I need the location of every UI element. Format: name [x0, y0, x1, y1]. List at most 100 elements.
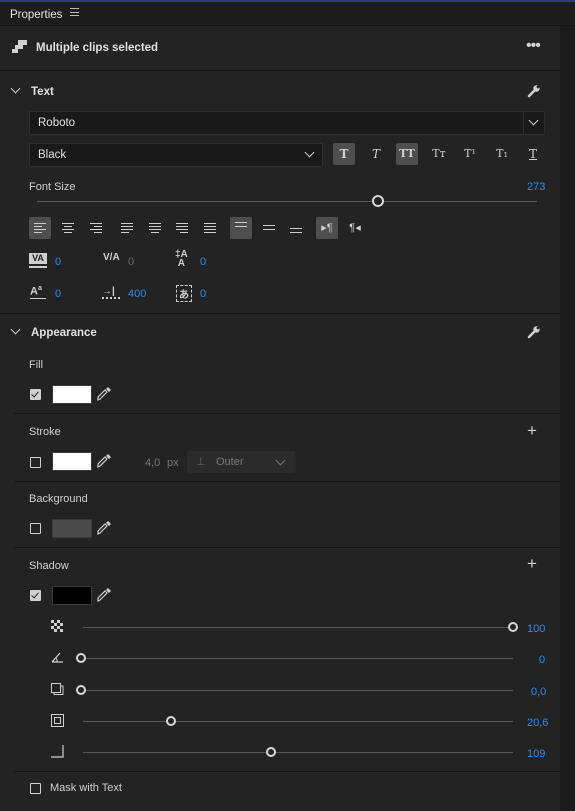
font-size-slider-track[interactable] — [37, 201, 537, 202]
background-checkbox[interactable] — [30, 523, 41, 534]
eyedropper-icon[interactable] — [97, 521, 111, 535]
baseline-shift-icon: Aa — [30, 285, 42, 298]
shadow-opacity-slider-knob[interactable] — [508, 622, 518, 632]
font-family-dropdown[interactable]: Roboto — [29, 111, 545, 135]
shadow-checkbox[interactable] — [30, 590, 41, 601]
shadow-angle-slider-track[interactable] — [83, 658, 513, 659]
mask-with-text-checkbox[interactable] — [30, 783, 41, 794]
fill-color-swatch[interactable] — [52, 385, 92, 404]
align-middle-button[interactable] — [258, 217, 280, 239]
leading-icon: ‡A A — [175, 249, 188, 269]
background-label: Background — [29, 493, 88, 505]
rtl-direction-icon[interactable]: ¶◂ — [344, 217, 366, 239]
fill-checkbox[interactable] — [30, 389, 41, 400]
subscript-button[interactable]: T₁ — [491, 143, 513, 165]
stroke-width-unit: px — [167, 457, 179, 469]
opacity-checker-icon — [51, 620, 63, 632]
tsume-value[interactable]: 0 — [200, 288, 206, 300]
shadow-size-slider-knob[interactable] — [166, 716, 176, 726]
stroke-position-value: Outer — [216, 456, 244, 468]
stroke-checkbox[interactable] — [30, 457, 41, 468]
align-right-button[interactable] — [85, 217, 107, 239]
shadow-angle-value[interactable]: 0 — [539, 654, 545, 666]
eyedropper-icon[interactable] — [97, 387, 111, 401]
align-center-button[interactable] — [57, 217, 79, 239]
divider — [14, 547, 560, 548]
align-left-button[interactable] — [29, 217, 51, 239]
font-size-label: Font Size — [29, 181, 76, 193]
shadow-label: Shadow — [29, 560, 69, 572]
shadow-size-slider-track[interactable] — [83, 721, 513, 722]
faux-bold-button[interactable]: T — [333, 143, 355, 165]
justify-center-button[interactable] — [144, 217, 166, 239]
eyedropper-icon[interactable] — [97, 588, 111, 602]
font-style-value: Black — [38, 149, 67, 161]
multiple-clips-icon — [12, 40, 27, 53]
align-bottom-button[interactable] — [285, 217, 307, 239]
divider — [14, 481, 560, 482]
justify-all-button[interactable] — [199, 217, 221, 239]
leading-value[interactable]: 0 — [200, 256, 206, 268]
dropdown-divider — [523, 112, 524, 134]
kerning-value[interactable]: 0 — [55, 256, 61, 268]
shadow-blur-slider-knob[interactable] — [266, 747, 276, 757]
divider — [14, 413, 560, 414]
tab-width-value[interactable]: 400 — [128, 288, 146, 300]
shadow-distance-value[interactable]: 0,0 — [531, 686, 546, 698]
panel-header: Properties — [0, 2, 575, 26]
kerning-icon: VA — [29, 253, 47, 269]
stroke-width-value[interactable]: 4,0 — [145, 457, 160, 469]
shadow-size-value[interactable]: 20,6 — [527, 717, 548, 729]
add-stroke-icon[interactable]: + — [527, 421, 537, 441]
angle-icon — [51, 652, 63, 663]
stroke-color-swatch[interactable] — [52, 452, 92, 471]
appearance-section-title: Appearance — [31, 327, 97, 339]
font-size-value[interactable]: 273 — [527, 181, 545, 193]
stroke-position-dropdown[interactable]: ⊥ Outer — [187, 451, 295, 473]
shadow-distance-slider-track[interactable] — [83, 690, 513, 691]
small-caps-button[interactable]: Tт — [428, 143, 450, 165]
font-style-dropdown[interactable]: Black — [29, 143, 323, 167]
ltr-direction-icon[interactable]: ▸¶ — [316, 217, 338, 239]
justify-left-button[interactable] — [116, 217, 138, 239]
more-options-icon[interactable]: ••• — [526, 37, 541, 55]
faux-italic-button[interactable]: T — [365, 143, 387, 165]
divider — [14, 771, 560, 772]
wrench-icon[interactable] — [527, 325, 541, 339]
shadow-opacity-slider-track[interactable] — [83, 627, 513, 628]
shadow-size-icon — [51, 714, 64, 727]
panel-menu-icon[interactable] — [70, 8, 79, 16]
tsume-icon: あ — [176, 285, 192, 302]
selection-label: Multiple clips selected — [36, 42, 159, 54]
text-section-title: Text — [31, 86, 54, 98]
shadow-angle-slider-knob[interactable] — [76, 653, 86, 663]
tab-width-ruler — [102, 297, 120, 299]
baseline-shift-underline — [30, 298, 46, 299]
scrollbar-track[interactable] — [560, 26, 575, 811]
shadow-color-swatch[interactable] — [52, 586, 92, 605]
panel-title: Properties — [10, 9, 63, 21]
stroke-position-icon: ⊥ — [196, 456, 206, 468]
tracking-value[interactable]: 0 — [128, 256, 134, 268]
shadow-blur-value[interactable]: 109 — [527, 748, 545, 760]
fill-label: Fill — [29, 359, 44, 371]
shadow-blur-slider-track[interactable] — [83, 752, 513, 753]
background-color-swatch[interactable] — [52, 519, 92, 538]
justify-right-button[interactable] — [171, 217, 193, 239]
font-size-slider-knob[interactable] — [372, 195, 384, 207]
shadow-opacity-value[interactable]: 100 — [527, 623, 545, 635]
baseline-shift-value[interactable]: 0 — [55, 288, 61, 300]
add-shadow-icon[interactable]: + — [527, 554, 537, 574]
superscript-button[interactable]: T¹ — [459, 143, 481, 165]
stroke-position-chevron-icon — [275, 455, 286, 466]
eyedropper-icon[interactable] — [97, 454, 111, 468]
stroke-label: Stroke — [29, 426, 61, 438]
all-caps-button[interactable]: TT — [396, 143, 418, 165]
tracking-icon: V/A — [103, 252, 120, 263]
underline-button[interactable]: T — [522, 143, 544, 165]
shadow-distance-slider-knob[interactable] — [76, 685, 86, 695]
shadow-blur-icon — [51, 745, 64, 758]
wrench-icon[interactable] — [527, 84, 541, 98]
align-top-button[interactable] — [230, 217, 252, 239]
divider — [0, 313, 560, 314]
